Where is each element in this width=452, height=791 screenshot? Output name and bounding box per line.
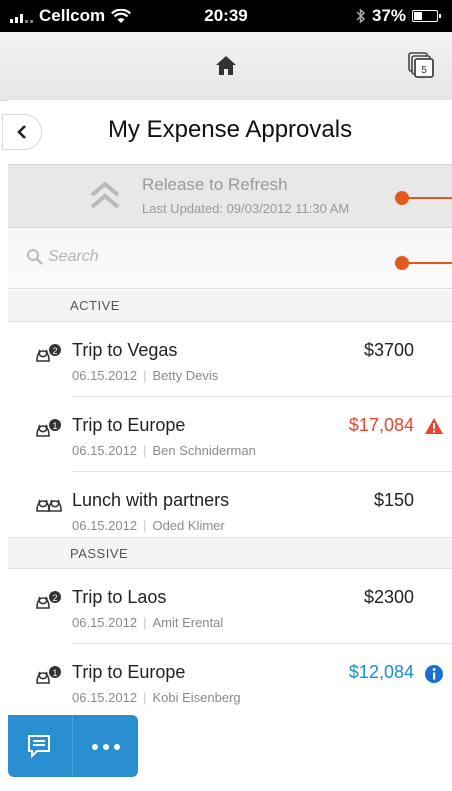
comment-button[interactable] <box>8 715 73 777</box>
list-item[interactable]: 2 Trip to Laos 06.15.2012 | Amit Erental $… <box>8 569 452 644</box>
battery-percent: 37% <box>371 6 406 25</box>
list-item[interactable]: Lunch with partners 06.15.2012 | Oded Klim… <box>8 472 452 547</box>
item-amount: $150 <box>373 490 414 510</box>
section-header-passive: PASSIVE <box>8 537 452 569</box>
section-header-active: ACTIVE <box>8 290 452 322</box>
comment-icon <box>28 735 50 759</box>
approvers-icon <box>36 499 62 512</box>
refresh-label: Release to Refresh <box>142 175 288 194</box>
more-icon <box>92 744 98 750</box>
item-meta: 06.15.2012 | Kobi Eisenberg <box>72 690 241 705</box>
item-meta: 06.15.2012 | Oded Klimer <box>72 518 225 533</box>
approvers-icon: 2 <box>36 591 61 609</box>
approvers-icon: 1 <box>36 419 61 437</box>
top-nav: 5 <box>0 32 452 101</box>
last-updated: Last Updated: 09/03/2012 11:30 AM <box>142 201 350 216</box>
item-amount: $2300 <box>363 587 414 607</box>
page-title: My Expense Approvals <box>107 116 353 143</box>
info-icon[interactable] <box>424 664 444 684</box>
svg-text:2: 2 <box>52 346 57 356</box>
stack-icon[interactable]: 5 <box>408 52 434 80</box>
list-item[interactable]: 1 Trip to Europe 06.15.2012 | Ben Schnider… <box>8 397 452 472</box>
search-bar[interactable]: Search <box>8 228 452 289</box>
item-name: Trip to Vegas <box>72 340 178 360</box>
status-bar: Cellcom 20:39 37% <box>0 0 452 32</box>
floating-toolbar <box>8 715 138 777</box>
approvers-icon: 2 <box>36 344 61 362</box>
item-meta: 06.15.2012 | Betty Devis <box>72 368 219 383</box>
approvers-icon: 1 <box>36 666 61 684</box>
item-amount: $12,084 <box>348 662 414 682</box>
search-input[interactable]: Search <box>48 248 99 266</box>
svg-text:2: 2 <box>52 593 57 603</box>
item-name: Trip to Laos <box>72 587 167 607</box>
item-amount: $17,084 <box>348 415 414 435</box>
list-item[interactable]: 2 Trip to Vegas 06.15.2012 | Betty Devis $… <box>8 322 452 397</box>
annotation-line <box>402 197 452 199</box>
double-chevron-up-icon <box>90 181 120 209</box>
bluetooth-icon <box>356 8 366 24</box>
item-meta: 06.15.2012 | Ben Schniderman <box>72 443 256 458</box>
annotation-line <box>402 262 452 264</box>
warning-icon[interactable] <box>424 417 444 435</box>
battery-icon <box>412 10 441 22</box>
more-button[interactable] <box>73 715 138 777</box>
item-name: Trip to Europe <box>72 415 186 435</box>
title-bar: My Expense Approvals <box>2 100 452 164</box>
svg-text:1: 1 <box>52 668 57 678</box>
home-icon[interactable] <box>214 54 238 78</box>
item-amount: $3700 <box>363 340 414 360</box>
svg-text:1: 1 <box>52 421 57 431</box>
svg-text:5: 5 <box>421 65 427 76</box>
search-icon <box>27 249 43 265</box>
item-name: Lunch with partners <box>72 490 230 510</box>
item-meta: 06.15.2012 | Amit Erental <box>72 615 224 630</box>
list-item[interactable]: 1 Trip to Europe 06.15.2012 | Kobi Eisenbe… <box>8 644 452 719</box>
item-name: Trip to Europe <box>72 662 186 682</box>
pull-to-refresh: Release to Refresh Last Updated: 09/03/2… <box>8 164 452 228</box>
